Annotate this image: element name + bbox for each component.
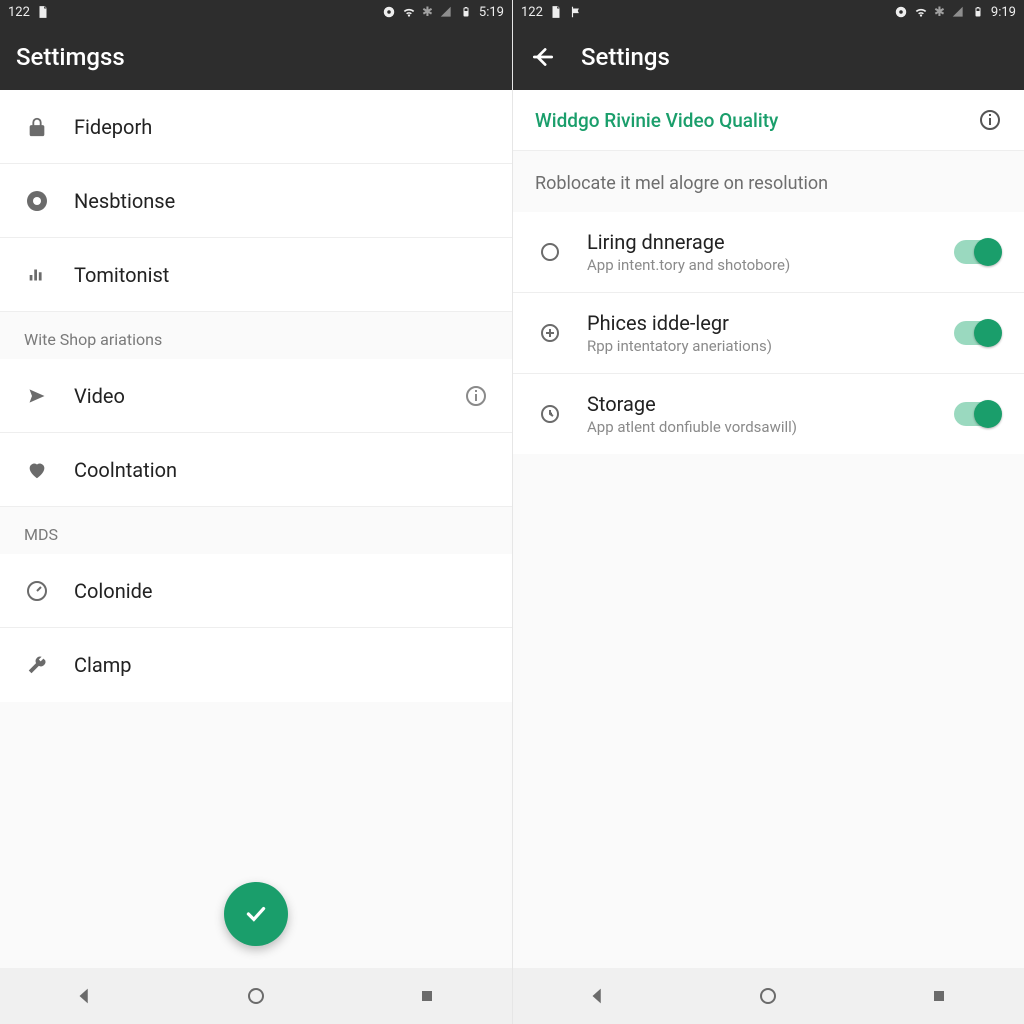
row-fideporh[interactable]: Fideporh [0,90,512,164]
app-bar: Settimgss [0,24,512,90]
nav-recent-button[interactable] [403,972,451,1020]
row-phices[interactable]: Phices idde-legr Rpp intentatory aneriat… [513,293,1024,374]
row-title: Coolntation [74,458,488,482]
back-button[interactable] [529,43,557,71]
row-title: Nesbtionse [74,189,488,213]
disc-icon [382,5,396,19]
system-nav [513,968,1024,1024]
row-liring[interactable]: Liring dnnerage App intent.tory and shot… [513,212,1024,293]
toggle[interactable] [954,321,1000,345]
nav-home-button[interactable] [744,972,792,1020]
section-description: Roblocate it mel alogre on resolution [513,151,1024,212]
signal-icon [439,5,453,19]
signal-icon [951,5,965,19]
circle-icon [537,239,563,265]
clock-icon [537,401,563,427]
lock-icon [24,114,50,140]
toggle[interactable] [954,402,1000,426]
section-title: Widdgo Rivinie Video Quality [535,109,778,132]
disc-icon [894,5,908,19]
plus-circle-icon [537,320,563,346]
row-sub: Rpp intentatory aneriations) [587,337,930,355]
section-label: Wite Shop ariations [0,312,512,359]
row-title: Phices idde-legr [587,311,930,335]
row-colonide[interactable]: Colonide [0,554,512,628]
section-header[interactable]: Widdgo Rivinie Video Quality [513,90,1024,151]
row-title: Clamp [74,653,488,677]
row-nesbtionse[interactable]: Nesbtionse [0,164,512,238]
info-icon[interactable] [464,384,488,408]
row-title: Liring dnnerage [587,230,930,254]
status-clock: 9:19 [991,5,1016,20]
info-icon[interactable] [978,108,1002,132]
left-pane: 122 ✱ 5:19 Settimgss Fideporh Nesbt [0,0,512,1024]
row-tomitonist[interactable]: Tomitonist [0,238,512,312]
wifi-icon [402,5,416,19]
nav-back-button[interactable] [574,972,622,1020]
camera-icon [24,188,50,214]
right-pane: 122 ✱ 9:19 Settings Widdgo Rivinie Video… [512,0,1024,1024]
bars-icon [24,262,50,288]
app-bar: Settings [513,24,1024,90]
nav-back-button[interactable] [61,972,109,1020]
row-sub: App atlent donfiuble vordsawill) [587,418,930,436]
battery-icon [459,5,473,19]
page-title: Settimgss [16,43,125,71]
wifi-icon [914,5,928,19]
row-title: Storage [587,392,930,416]
battery-icon [971,5,985,19]
page-title: Settings [581,43,670,71]
toggle[interactable] [954,240,1000,264]
row-clamp[interactable]: Clamp [0,628,512,702]
status-left-text: 122 [521,5,543,20]
row-title: Video [74,384,440,408]
send-icon [24,383,50,409]
row-video[interactable]: Video [0,359,512,433]
row-storage[interactable]: Storage App atlent donfiuble vordsawill) [513,374,1024,454]
status-bar: 122 ✱ 9:19 [513,0,1024,24]
flag-icon [569,5,583,19]
status-left-text: 122 [8,5,30,20]
fab-confirm[interactable] [224,882,288,946]
nav-recent-button[interactable] [915,972,963,1020]
row-title: Colonide [74,579,488,603]
row-sub: App intent.tory and shotobore) [587,256,930,274]
nav-home-button[interactable] [232,972,280,1020]
status-clock: 5:19 [479,5,504,20]
row-title: Tomitonist [74,263,488,287]
status-bar: 122 ✱ 5:19 [0,0,512,24]
row-title: Fideporh [74,115,488,139]
system-nav [0,968,512,1024]
row-coolntation[interactable]: Coolntation [0,433,512,507]
note-icon [549,5,563,19]
gauge-icon [24,578,50,604]
section-label: MDS [0,507,512,554]
heart-icon [24,457,50,483]
note-icon [36,5,50,19]
wrench-icon [24,652,50,678]
